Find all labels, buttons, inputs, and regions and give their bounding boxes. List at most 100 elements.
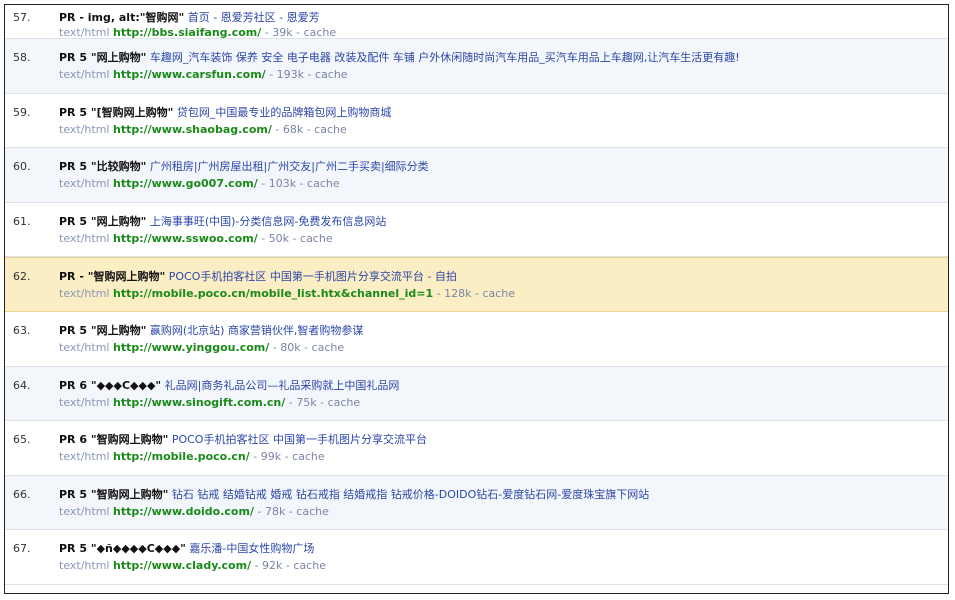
result-url-link[interactable]: http://www.yinggou.com/ <box>113 341 269 354</box>
result-url-link[interactable]: http://mobile.poco.cn/ <box>113 450 250 463</box>
result-row: 57. PR - img, alt:"智购网" 首页 - 恩爱芳社区 - 恩爱芳… <box>5 5 948 39</box>
cache-link[interactable]: cache <box>293 559 326 572</box>
result-number: 60. <box>13 160 31 174</box>
result-url-link[interactable]: http://bbs.siaifang.com/ <box>113 26 261 39</box>
mime-type: text/html <box>59 177 110 191</box>
result-url-link[interactable]: http://www.sswoo.com/ <box>113 232 258 245</box>
result-url-link[interactable]: http://www.go007.com/ <box>113 177 258 190</box>
page-size: - 68k - <box>271 122 315 136</box>
pagerank-label: PR 6 <box>59 378 91 392</box>
result-meta: text/html http://www.shaobag.com/ - 68k … <box>59 123 347 137</box>
result-heading: PR 6 "◆◆◆C◆◆◆" 礼品网|商务礼品公司—礼品采购就上中国礼品网 <box>59 379 942 393</box>
result-title-link[interactable]: 钻石 钻戒 结婚钻戒 婚戒 钻石戒指 结婚戒指 钻戒价格-DOIDO钻石-爱度钻… <box>172 488 649 501</box>
result-heading: PR 5 "[智购网上购物" 贷包网_中国最专业的品牌箱包网上购物商城 <box>59 106 942 120</box>
pagerank-label: PR 5 <box>59 487 91 501</box>
results-list: 57. PR - img, alt:"智购网" 首页 - 恩爱芳社区 - 恩爱芳… <box>4 4 949 594</box>
result-row: 61. PR 5 "网上购物" 上海事事旺(中国)-分类信息网-免费发布信息网站… <box>5 203 948 258</box>
pagerank-label: PR 5 <box>59 542 91 556</box>
result-url-link[interactable]: http://www.clady.com/ <box>113 559 251 572</box>
cache-link[interactable]: cache <box>482 287 515 300</box>
result-title-link[interactable]: 上海事事旺(中国)-分类信息网-免费发布信息网站 <box>150 215 387 228</box>
result-title-link[interactable]: 嘉乐潘-中国女性购物广场 <box>189 542 314 555</box>
mime-type: text/html <box>59 231 110 245</box>
matched-keyword: "网上购物" <box>90 323 147 337</box>
page-size: - 80k - <box>269 340 312 354</box>
page-size: - 103k - <box>257 177 308 191</box>
result-url-link[interactable]: http://www.carsfun.com/ <box>113 68 266 81</box>
result-title-link[interactable]: 首页 - 恩爱芳社区 - 恩爱芳 <box>188 11 320 24</box>
mime-type: text/html <box>59 122 110 136</box>
pagerank-label: PR 6 <box>59 433 91 447</box>
cache-link[interactable]: cache <box>300 232 333 245</box>
page-size: - 128k - <box>433 287 483 301</box>
cache-link[interactable]: cache <box>314 123 347 136</box>
matched-keyword: "比较购物" <box>90 160 147 174</box>
result-heading: PR 5 "比较购物" 广州租房|广州房屋出租|广州交友|广州二手买卖|细际分类 <box>59 160 942 174</box>
result-number: 59. <box>13 105 31 119</box>
result-row: 59. PR 5 "[智购网上购物" 贷包网_中国最专业的品牌箱包网上购物商城 … <box>5 94 948 149</box>
result-meta: text/html http://mobile.poco.cn/mobile_l… <box>59 287 515 301</box>
cache-link[interactable]: cache <box>307 177 340 190</box>
result-row: 63. PR 5 "网上购物" 赢购网(北京站) 商家营销伙伴,智者购物参谋 t… <box>5 312 948 367</box>
matched-keyword: "◆◆◆C◆◆◆" <box>90 378 162 392</box>
pagerank-label: PR 5 <box>59 214 91 228</box>
result-title-link[interactable]: 广州租房|广州房屋出租|广州交友|广州二手买卖|细际分类 <box>150 160 429 173</box>
matched-keyword: img, alt:"智购网" <box>87 11 185 24</box>
result-title-link[interactable]: 贷包网_中国最专业的品牌箱包网上购物商城 <box>177 106 392 119</box>
pagerank-label: PR - <box>59 270 88 284</box>
matched-keyword: "智购网上购物" <box>90 487 169 501</box>
result-row: 58. PR 5 "网上购物" 车趣网_汽车装饰 保养 安全 电子电器 改装及配… <box>5 39 948 94</box>
result-heading: PR 6 "智购网上购物" POCO手机拍客社区 中国第一手机图片分享交流平台 <box>59 433 942 447</box>
cache-link[interactable]: cache <box>312 341 345 354</box>
mime-type: text/html <box>59 287 110 301</box>
pagerank-label: PR 5 <box>59 105 91 119</box>
page-size: - 99k - <box>249 450 293 464</box>
mime-type: text/html <box>59 26 110 39</box>
result-row: 67. PR 5 "◆ñ◆◆◆◆C◆◆◆" 嘉乐潘-中国女性购物广场 text/… <box>5 530 948 585</box>
result-title-link[interactable]: POCO手机拍客社区 中国第一手机图片分享交流平台 - 自拍 <box>169 270 457 283</box>
cache-link[interactable]: cache <box>315 68 348 81</box>
cache-link[interactable]: cache <box>296 505 329 518</box>
cache-link[interactable]: cache <box>292 450 325 463</box>
result-number: 61. <box>13 214 31 228</box>
result-meta: text/html http://www.yinggou.com/ - 80k … <box>59 341 344 355</box>
result-row: 66. PR 5 "智购网上购物" 钻石 钻戒 结婚钻戒 婚戒 钻石戒指 结婚戒… <box>5 475 948 531</box>
result-meta: text/html http://www.clady.com/ - 92k - … <box>59 559 326 573</box>
result-url-link[interactable]: http://www.sinogift.com.cn/ <box>113 396 285 409</box>
result-heading: PR - "智购网上购物" POCO手机拍客社区 中国第一手机图片分享交流平台 … <box>59 270 942 284</box>
result-number: 62. <box>13 270 31 284</box>
page-size: - 78k - <box>253 504 297 518</box>
result-row: 64. PR 6 "◆◆◆C◆◆◆" 礼品网|商务礼品公司—礼品采购就上中国礼品… <box>5 366 948 422</box>
result-url-link[interactable]: http://mobile.poco.cn/mobile_list.htx&ch… <box>113 287 433 300</box>
page-size: - 92k - <box>251 559 294 573</box>
result-title-link[interactable]: POCO手机拍客社区 中国第一手机图片分享交流平台 <box>172 433 427 446</box>
result-number: 64. <box>13 378 31 392</box>
page-size: - 193k - <box>265 68 315 81</box>
result-meta: text/html http://bbs.siaifang.com/ - 39k… <box>59 26 336 40</box>
matched-keyword: "网上购物" <box>90 51 147 64</box>
result-title-link[interactable]: 礼品网|商务礼品公司—礼品采购就上中国礼品网 <box>165 379 400 392</box>
cache-link[interactable]: cache <box>304 26 337 39</box>
result-url-link[interactable]: http://www.shaobag.com/ <box>113 123 272 136</box>
mime-type: text/html <box>59 340 110 354</box>
result-url-link[interactable]: http://www.doido.com/ <box>113 505 254 518</box>
result-heading: PR 5 "网上购物" 上海事事旺(中国)-分类信息网-免费发布信息网站 <box>59 215 942 229</box>
result-heading: PR 5 "智购网上购物" 钻石 钻戒 结婚钻戒 婚戒 钻石戒指 结婚戒指 钻戒… <box>59 488 942 502</box>
matched-keyword: "智购网上购物" <box>90 433 169 447</box>
matched-keyword: "◆ñ◆◆◆◆C◆◆◆" <box>90 542 186 556</box>
result-title-link[interactable]: 赢购网(北京站) 商家营销伙伴,智者购物参谋 <box>150 324 364 337</box>
matched-keyword: "[智购网上购物" <box>90 105 174 119</box>
cache-link[interactable]: cache <box>328 396 361 409</box>
result-number: 57. <box>13 11 31 24</box>
result-row: 60. PR 5 "比较购物" 广州租房|广州房屋出租|广州交友|广州二手买卖|… <box>5 148 948 203</box>
result-meta: text/html http://www.carsfun.com/ - 193k… <box>59 68 348 82</box>
result-heading: PR 5 "◆ñ◆◆◆◆C◆◆◆" 嘉乐潘-中国女性购物广场 <box>59 542 942 556</box>
result-number: 63. <box>13 323 31 337</box>
result-meta: text/html http://mobile.poco.cn/ - 99k -… <box>59 450 325 464</box>
result-title-link[interactable]: 车趣网_汽车装饰 保养 安全 电子电器 改装及配件 车铺 户外休闲随时尚汽车用品… <box>150 51 740 64</box>
mime-type: text/html <box>59 395 110 409</box>
result-meta: text/html http://www.go007.com/ - 103k -… <box>59 177 340 191</box>
result-heading: PR 5 "网上购物" 赢购网(北京站) 商家营销伙伴,智者购物参谋 <box>59 324 942 338</box>
result-meta: text/html http://www.sinogift.com.cn/ - … <box>59 396 360 410</box>
mime-type: text/html <box>59 68 110 81</box>
